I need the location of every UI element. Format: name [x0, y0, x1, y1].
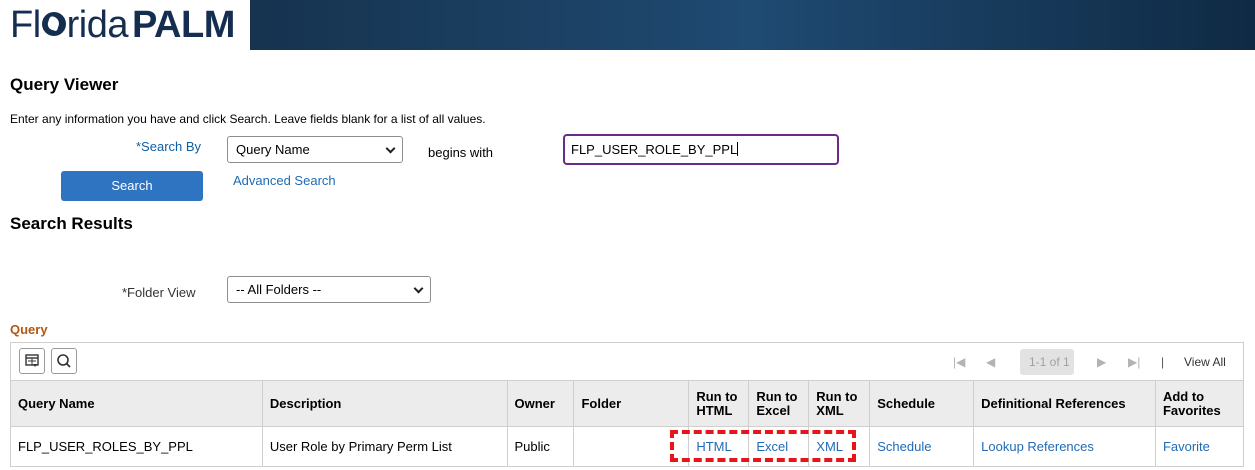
cell-schedule: Schedule [869, 426, 975, 467]
col-query-name[interactable]: Query Name [10, 380, 263, 427]
search-input-value: FLP_USER_ROLE_BY_PPL [571, 142, 738, 157]
logo-text-fl: Fl [10, 4, 41, 46]
chevron-down-icon [385, 143, 396, 154]
query-results-table: Query Name Description Owner Folder Run … [10, 380, 1245, 467]
search-results-title: Search Results [10, 214, 133, 233]
folder-view-label: *Folder View [122, 285, 196, 300]
cell-definitional-references: Lookup References [973, 426, 1156, 467]
col-add-to-favorites: Add to Favorites [1154, 380, 1245, 427]
grid-title: Query [10, 322, 48, 337]
florida-palm-logo: Fl rida PALM [10, 3, 235, 47]
logo-text-palm: PALM [132, 4, 235, 46]
folder-view-select[interactable]: -- All Folders -- [227, 276, 431, 303]
lookup-references-link[interactable]: Lookup References [981, 439, 1094, 454]
col-description[interactable]: Description [261, 380, 508, 427]
operator-label: begins with [428, 145, 494, 160]
cell-description: User Role by Primary Perm List [261, 426, 508, 467]
florida-state-icon [41, 11, 66, 36]
personalize-grid-button[interactable] [19, 348, 45, 374]
cell-owner: Public [506, 426, 575, 467]
search-button[interactable]: Search [61, 171, 203, 201]
search-by-value: Query Name [236, 142, 310, 157]
grid-toolbar: |◀ ◀ 1-1 of 1 ∨ ▶ ▶| | View All [10, 342, 1244, 395]
col-run-to-html: Run to HTML [688, 380, 750, 427]
folder-view-value: -- All Folders -- [236, 282, 322, 297]
pager-first-icon[interactable]: |◀ [953, 343, 965, 381]
chevron-down-icon [413, 283, 424, 294]
search-by-select[interactable]: Query Name [227, 136, 403, 163]
pager-last-icon[interactable]: ▶| [1128, 343, 1140, 381]
run-xml-link[interactable]: XML [816, 439, 843, 454]
favorite-link[interactable]: Favorite [1163, 439, 1210, 454]
pager-prev-icon[interactable]: ◀ [986, 343, 995, 381]
page-title: Query Viewer [10, 75, 119, 94]
col-definitional-references: Definitional References [973, 380, 1156, 427]
col-run-to-excel: Run to Excel [748, 380, 810, 427]
pager-separator: | [1161, 355, 1165, 369]
pager-next-icon[interactable]: ▶ [1097, 343, 1106, 381]
page-instructions: Enter any information you have and click… [10, 112, 486, 126]
cell-run-excel: Excel [748, 426, 810, 467]
grid-search-button[interactable] [51, 348, 77, 374]
run-html-link[interactable]: HTML [696, 439, 731, 454]
personalize-grid-icon [25, 354, 39, 367]
cell-favorites: Favorite [1154, 426, 1245, 467]
advanced-search-link[interactable]: Advanced Search [233, 173, 336, 188]
cell-query-name: FLP_USER_ROLES_BY_PPL [10, 426, 263, 467]
table-row: FLP_USER_ROLES_BY_PPL User Role by Prima… [10, 426, 1245, 467]
search-input[interactable]: FLP_USER_ROLE_BY_PPL [563, 134, 839, 165]
col-run-to-xml: Run to XML [808, 380, 871, 427]
logo-text-rida: rida [66, 4, 129, 46]
table-header-row: Query Name Description Owner Folder Run … [10, 380, 1245, 427]
col-schedule: Schedule [869, 380, 975, 427]
pager-range-select[interactable]: 1-1 of 1 ∨ [1020, 349, 1074, 395]
header-banner: Fl rida PALM [0, 0, 1255, 50]
view-all-link[interactable]: View All [1184, 343, 1226, 381]
cell-run-html: HTML [688, 426, 750, 467]
cell-folder [573, 426, 690, 467]
search-icon [57, 354, 71, 368]
schedule-link[interactable]: Schedule [877, 439, 931, 454]
pager-range-value: 1-1 of 1 [1029, 355, 1070, 369]
col-folder[interactable]: Folder [573, 380, 690, 427]
search-by-label: *Search By [136, 139, 202, 154]
run-excel-link[interactable]: Excel [756, 439, 788, 454]
col-owner[interactable]: Owner [506, 380, 575, 427]
cell-run-xml: XML [808, 426, 871, 467]
